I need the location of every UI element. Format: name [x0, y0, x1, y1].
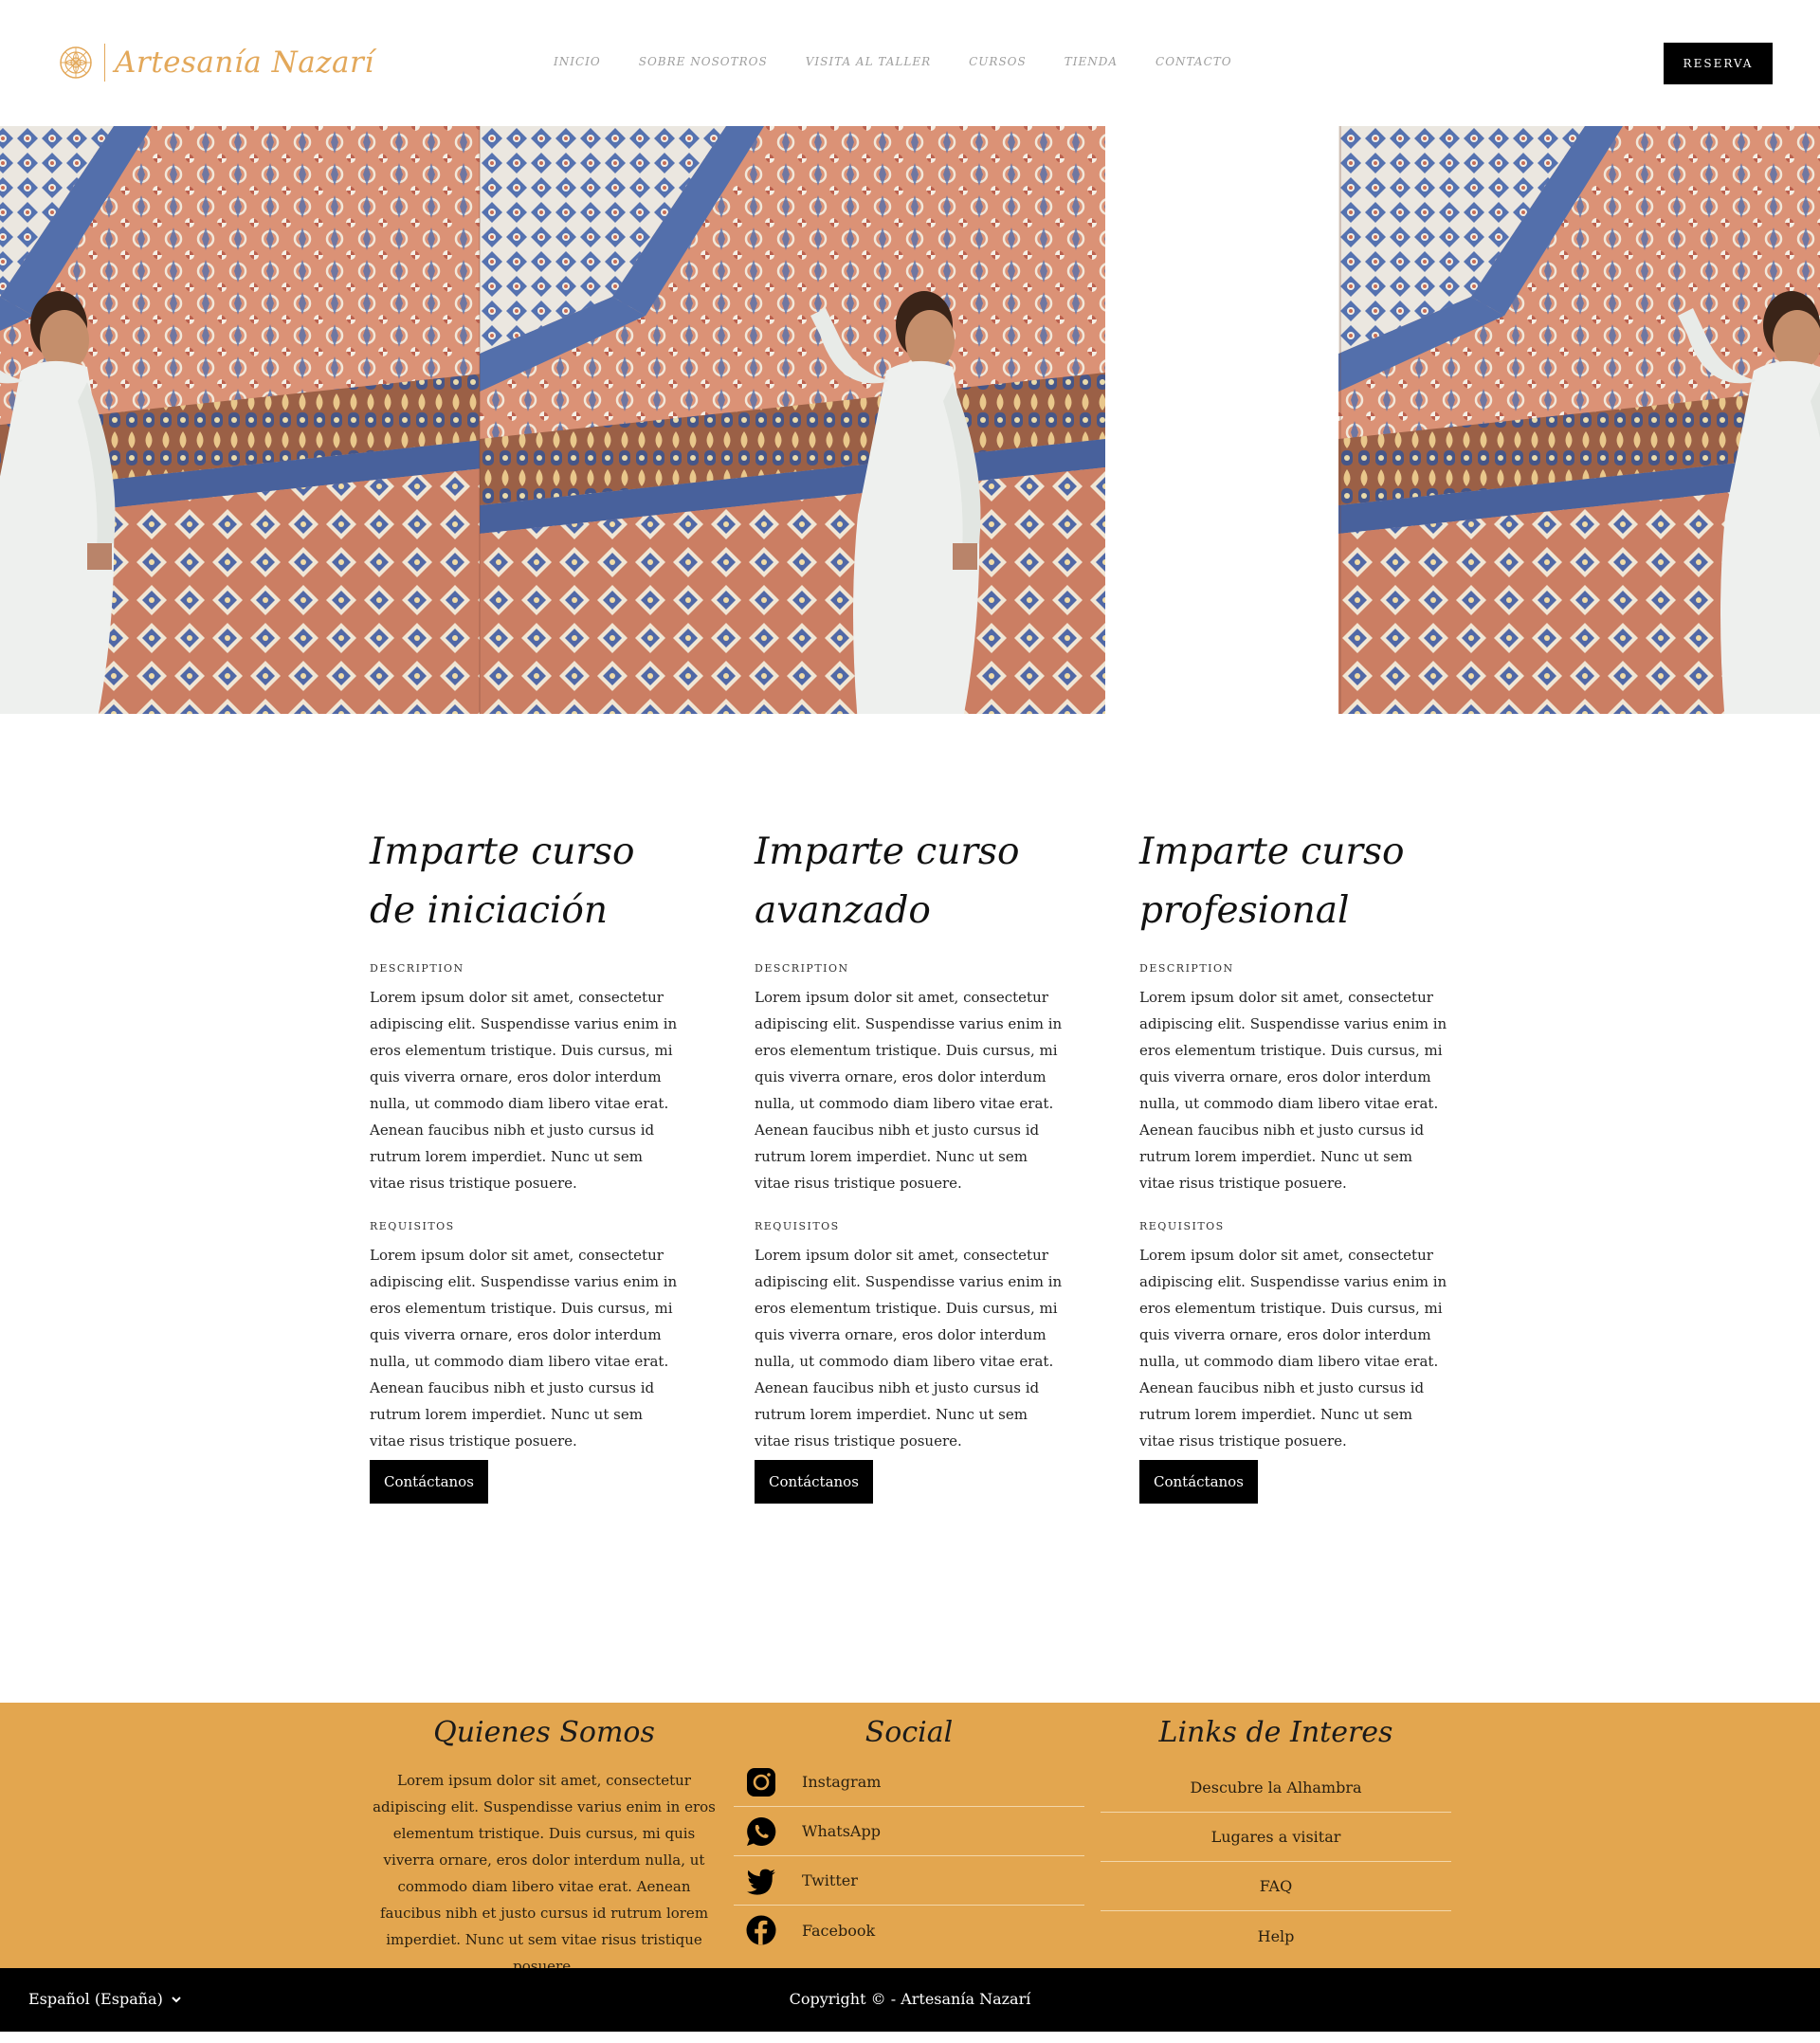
hero-artisan-mural-image: [0, 126, 1820, 714]
course-card-iniciacion: Imparte curso de iniciación DESCRIPTION …: [370, 823, 682, 1504]
social-link-twitter[interactable]: Twitter: [734, 1856, 1084, 1906]
about-title: Quienes Somos: [433, 1716, 655, 1749]
description-text: Lorem ipsum dolor sit amet, consectetur …: [370, 989, 678, 1192]
nav-tienda[interactable]: TIENDA: [1065, 55, 1118, 68]
nav-sobre-nosotros[interactable]: SOBRE NOSOTROS: [639, 55, 768, 68]
links-title: Links de Interes: [1158, 1716, 1393, 1749]
contact-button[interactable]: Contáctanos: [370, 1460, 488, 1504]
requirements-label: REQUISITOS: [1139, 1220, 1225, 1232]
description-text: Lorem ipsum dolor sit amet, consectetur …: [1139, 989, 1447, 1192]
facebook-icon: [746, 1915, 776, 1945]
link-help[interactable]: Help: [1101, 1911, 1451, 1961]
link-faq[interactable]: FAQ: [1101, 1862, 1451, 1911]
brand-logo[interactable]: Artesanía Nazarí: [59, 42, 374, 83]
course-title: Imparte curso de iniciación: [370, 830, 635, 932]
instagram-icon: [747, 1767, 775, 1797]
mandala-logo-icon: [60, 46, 92, 79]
social-label: Instagram: [802, 1773, 882, 1791]
nav-cursos[interactable]: CURSOS: [969, 55, 1027, 68]
links-list: Descubre la Alhambra Lugares a visitar F…: [1101, 1763, 1451, 1961]
social-link-whatsapp[interactable]: WhatsApp: [734, 1807, 1084, 1856]
site-header: Artesanía Nazarí INICIO SOBRE NOSOTROS V…: [0, 0, 1820, 126]
brand-divider: [104, 44, 105, 82]
social-title: Social: [864, 1716, 954, 1749]
social-label: Facebook: [802, 1921, 876, 1940]
social-link-facebook[interactable]: Facebook: [734, 1906, 1084, 1955]
description-label: DESCRIPTION: [370, 962, 464, 975]
social-label: Twitter: [802, 1871, 858, 1889]
nav-visita-al-taller[interactable]: VISITA AL TALLER: [806, 55, 931, 68]
contact-button[interactable]: Contáctanos: [755, 1460, 873, 1504]
link-descubre-alhambra[interactable]: Descubre la Alhambra: [1101, 1763, 1451, 1813]
link-lugares-a-visitar[interactable]: Lugares a visitar: [1101, 1813, 1451, 1862]
main-nav: INICIO SOBRE NOSOTROS VISITA AL TALLER C…: [554, 55, 1270, 68]
about-text: Lorem ipsum dolor sit amet, consectetur …: [373, 1772, 716, 1975]
bottom-bar: Español (España) Copyright © - Artesanía…: [0, 1968, 1820, 2032]
nav-inicio[interactable]: INICIO: [554, 55, 601, 68]
requirements-text: Lorem ipsum dolor sit amet, consectetur …: [370, 1247, 678, 1450]
social-list: Instagram WhatsApp Twitter Facebook: [734, 1758, 1084, 1955]
reserva-button[interactable]: RESERVA: [1664, 43, 1773, 84]
description-label: DESCRIPTION: [755, 962, 849, 975]
course-card-profesional: Imparte curso profesional DESCRIPTION Lo…: [1139, 823, 1452, 1504]
copyright-text: Copyright © - Artesanía Nazarí: [789, 1990, 1031, 2008]
course-title: Imparte curso profesional: [1139, 830, 1405, 932]
nav-contacto[interactable]: CONTACTO: [1156, 55, 1232, 68]
requirements-label: REQUISITOS: [755, 1220, 840, 1232]
hero-image-banner: [0, 126, 1820, 714]
social-link-instagram[interactable]: Instagram: [734, 1758, 1084, 1807]
course-title: Imparte curso avanzado: [755, 830, 1020, 932]
brand-name: Artesanía Nazarí: [115, 46, 374, 80]
whatsapp-icon: [747, 1816, 776, 1846]
twitter-icon: [747, 1869, 775, 1895]
description-label: DESCRIPTION: [1139, 962, 1234, 975]
requirements-text: Lorem ipsum dolor sit amet, consectetur …: [755, 1247, 1063, 1450]
course-card-avanzado: Imparte curso avanzado DESCRIPTION Lorem…: [755, 823, 1067, 1504]
social-label: WhatsApp: [802, 1822, 881, 1840]
description-text: Lorem ipsum dolor sit amet, consectetur …: [755, 989, 1063, 1192]
requirements-text: Lorem ipsum dolor sit amet, consectetur …: [1139, 1247, 1447, 1450]
requirements-label: REQUISITOS: [370, 1220, 455, 1232]
site-footer: Quienes Somos Lorem ipsum dolor sit amet…: [0, 1703, 1820, 1975]
contact-button[interactable]: Contáctanos: [1139, 1460, 1258, 1504]
